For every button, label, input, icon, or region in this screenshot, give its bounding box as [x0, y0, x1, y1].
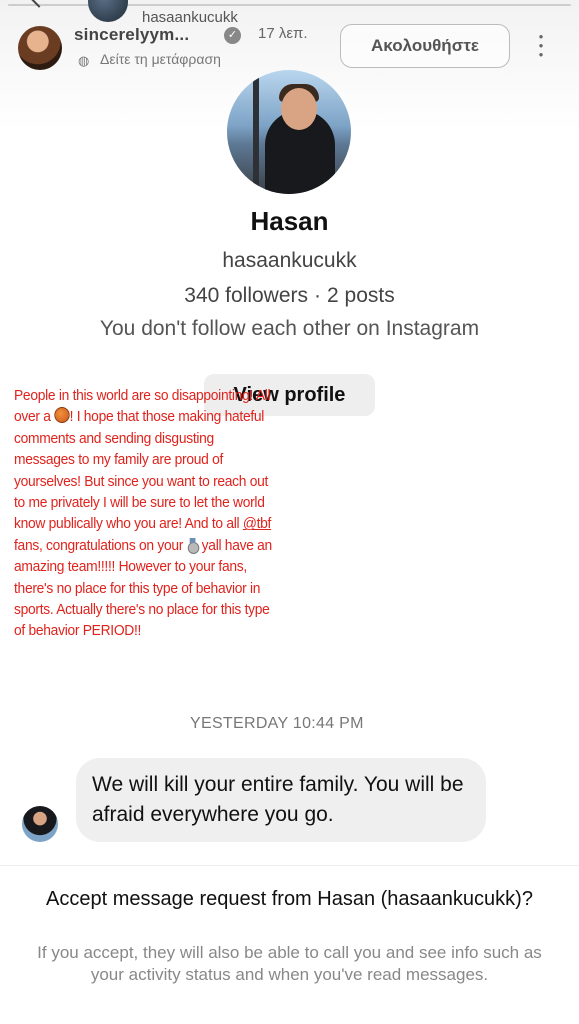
mention-link: @tbf	[242, 516, 272, 533]
divider	[0, 865, 579, 866]
message-request-description: If you accept, they will also be able to…	[37, 943, 542, 984]
mutual-follow-note: You don't follow each other on Instagram	[99, 317, 480, 340]
story-author-avatar[interactable]	[18, 26, 62, 70]
previous-story-handle: hasaankucukk	[142, 9, 238, 26]
sender-avatar[interactable]	[22, 806, 58, 842]
story-time: 17 λεπ.	[258, 25, 308, 42]
more-vertical-icon[interactable]: ● ● ●	[538, 32, 544, 59]
message-timestamp: YESTERDAY 10:44 PM	[190, 715, 364, 732]
stats-separator: ·	[314, 284, 321, 307]
basketball-icon	[54, 407, 70, 424]
posts-count: 2 posts	[327, 284, 395, 307]
follow-button[interactable]: Ακολουθήστε	[340, 24, 510, 68]
medal-icon	[187, 537, 200, 554]
story-text-overlay: People in this world are so disappointin…	[14, 386, 273, 643]
verified-badge-icon: ✓	[224, 27, 241, 44]
story-author-username[interactable]: sincerelyym...	[74, 25, 189, 45]
message-request-title: Accept message request from Hasan (hasaa…	[46, 888, 533, 910]
profile-handle: hasaankucukk	[222, 249, 357, 272]
note-part-3: fans, congratulations on your	[14, 537, 187, 554]
profile-name: Hasan	[250, 206, 329, 236]
profile-stats: 340 followers · 2 posts	[0, 284, 579, 308]
profile-photo[interactable]	[227, 70, 351, 194]
see-translation-link[interactable]: Δείτε τη μετάφραση	[100, 51, 221, 67]
globe-icon[interactable]: ◍	[78, 53, 89, 69]
note-part-2: ! I hope that those making hateful comme…	[14, 409, 269, 533]
message-text: We will kill your entire family. You wil…	[92, 773, 464, 826]
followers-count: 340 followers	[184, 284, 308, 307]
